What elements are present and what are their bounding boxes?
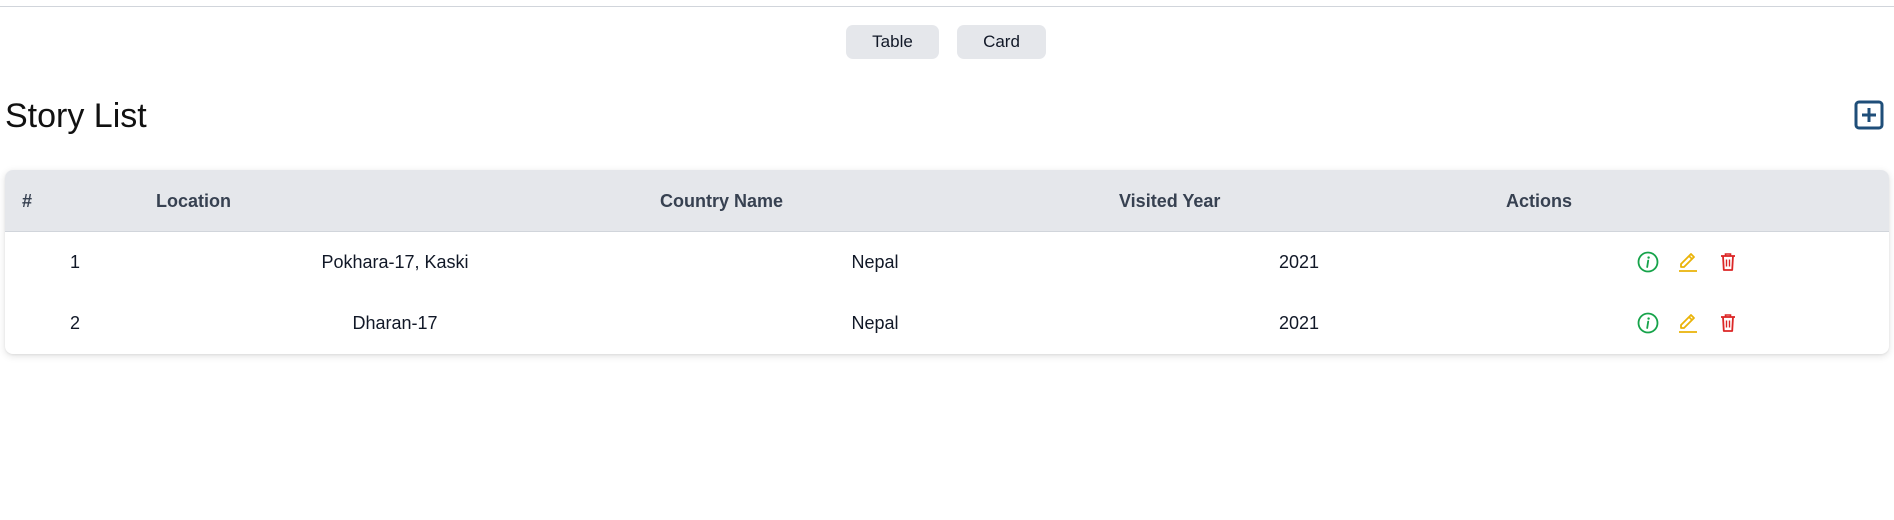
page-title: Story List [5,97,147,135]
delete-story-button[interactable] [1717,312,1739,334]
column-header-location: Location [156,191,231,211]
row-actions [1637,312,1739,334]
trash-icon [1721,314,1735,332]
table-row: 2 Dharan-17 Nepal 2021 [5,293,1889,354]
plus-square-icon [1854,100,1884,130]
column-header-index: # [22,191,33,211]
row-actions [1637,251,1739,273]
column-header-actions: Actions [1506,191,1573,211]
view-toggle: Table Card [846,25,1046,59]
view-story-button[interactable] [1637,251,1659,273]
table-row: 1 Pokhara-17, Kaski Nepal 2021 [5,232,1889,293]
table-header: # Location Country Name Visited Year Act… [5,170,1889,232]
trash-icon [1721,253,1735,271]
cell-location: Pokhara-17, Kaski [321,252,469,272]
delete-story-button[interactable] [1717,251,1739,273]
story-table: # Location Country Name Visited Year Act… [5,170,1889,354]
cell-visited-year: 2021 [1278,252,1320,272]
card-view-button[interactable]: Card [957,25,1046,59]
info-circle-icon [1637,312,1659,334]
cell-visited-year: 2021 [1278,313,1320,333]
column-header-visited-year: Visited Year [1119,191,1221,211]
pencil-icon [1679,314,1697,333]
view-story-button[interactable] [1637,312,1659,334]
cell-country: Nepal [851,252,899,272]
edit-story-button[interactable] [1677,251,1699,273]
add-story-button[interactable] [1854,100,1884,130]
info-circle-icon [1637,251,1659,273]
edit-story-button[interactable] [1677,312,1699,334]
cell-country: Nepal [851,313,899,333]
cell-location: Dharan-17 [352,313,438,333]
top-divider [0,6,1894,7]
cell-index: 1 [69,252,80,272]
column-header-country: Country Name [660,191,784,211]
cell-index: 2 [69,313,80,333]
table-view-button[interactable]: Table [846,25,939,59]
pencil-icon [1679,253,1697,272]
